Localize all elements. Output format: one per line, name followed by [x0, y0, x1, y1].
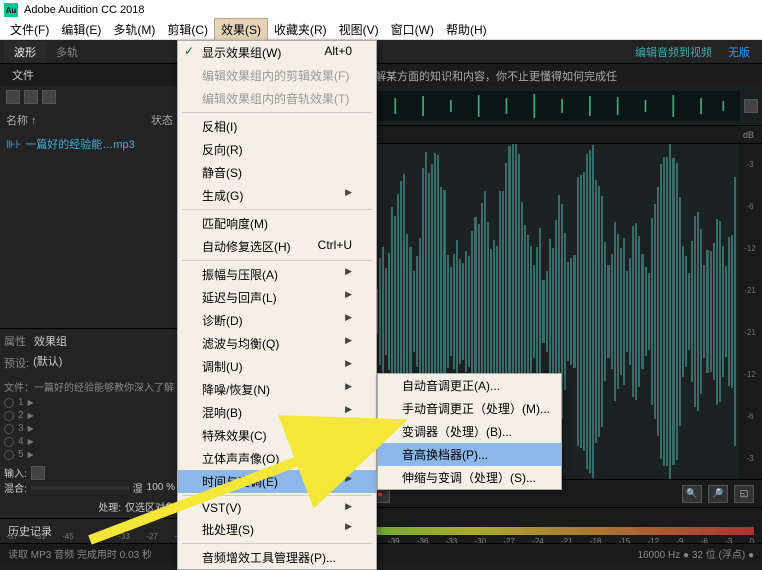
app-logo: Au	[4, 3, 18, 17]
dd-pitch-shifter[interactable]: 音高换档器(P)...	[378, 443, 561, 466]
tab-effects-rack[interactable]: 效果组	[34, 333, 67, 349]
menu-help[interactable]: 帮助(H)	[440, 19, 493, 40]
db-unit: dB	[743, 130, 754, 140]
effects-rack-panel: 属性 效果组 预设: (默认) 文件：一篇好的经验能够教你深入了解某 1▶ 2▶…	[0, 328, 179, 518]
menu-window[interactable]: 窗口(W)	[385, 19, 440, 40]
process-value[interactable]: 仅选区对象	[125, 499, 175, 514]
dd-batch[interactable]: 批处理(S)▶	[178, 518, 376, 541]
power-icon[interactable]	[4, 411, 14, 421]
input-meter-icon[interactable]	[31, 466, 45, 480]
zoom-in-icon[interactable]: 🔍	[682, 485, 702, 503]
dd-noise-reduce[interactable]: 降噪/恢复(N)▶	[178, 378, 376, 401]
dd-manual-pitch[interactable]: 手动音调更正（处理）(M)...	[378, 397, 561, 420]
dd-show-effects-rack[interactable]: 显示效果组(W)Alt+0	[178, 41, 376, 64]
fx-slot-2[interactable]: 2▶	[4, 409, 175, 422]
files-columns: 名称 ↑ 状态	[0, 108, 179, 132]
preset-label: 预设:	[4, 353, 29, 373]
dd-filter-eq[interactable]: 滤波与均衡(Q)▶	[178, 332, 376, 355]
fx-slot-3[interactable]: 3▶	[4, 422, 175, 435]
status-right: 16000 Hz ● 32 位 (浮点) ●	[637, 546, 754, 561]
waveform-icon: ⊪⊦	[6, 138, 21, 151]
dd-edit-clip-fx: 编辑效果组内的剪辑效果(F)	[178, 64, 376, 87]
dd-reverb[interactable]: 混响(B)▶	[178, 401, 376, 424]
chevron-right-icon: ▶	[28, 411, 34, 420]
fx-slot-4[interactable]: 4▶	[4, 435, 175, 448]
title-bar: Au Adobe Audition CC 2018	[0, 0, 762, 20]
effects-dropdown: 显示效果组(W)Alt+0 编辑效果组内的剪辑效果(F) 编辑效果组内的音轨效果…	[177, 40, 377, 570]
db-scale: -3-6-12-21-21-12-6-3	[738, 144, 762, 479]
chevron-right-icon: ▶	[28, 437, 34, 446]
power-icon[interactable]	[4, 450, 14, 460]
dd-pitch-bender[interactable]: 变调器（处理）(B)...	[378, 420, 561, 443]
fx-slot-1[interactable]: 1▶	[4, 396, 175, 409]
dd-time-pitch[interactable]: 时间与变调(E)▶	[178, 470, 376, 493]
menu-bar: 文件(F) 编辑(E) 多轨(M) 剪辑(C) 效果(S) 收藏夹(R) 视图(…	[0, 20, 762, 40]
left-panel: 文件 名称 ↑ 状态 ⊪⊦ 一篇好的经验能…mp3 属性 效果组 预设: (默认…	[0, 64, 180, 543]
dd-reverse[interactable]: 反向(R)	[178, 138, 376, 161]
edit-audio-to-video-link[interactable]: 编辑音频到视频	[627, 44, 720, 60]
chevron-right-icon: ▶	[28, 450, 34, 459]
power-icon[interactable]	[4, 398, 14, 408]
chevron-right-icon: ▶	[28, 424, 34, 433]
time-pitch-submenu: 自动音调更正(A)... 手动音调更正（处理）(M)... 变调器（处理）(B)…	[377, 373, 562, 490]
menu-favorites[interactable]: 收藏夹(R)	[268, 19, 333, 40]
preset-value[interactable]: (默认)	[33, 353, 62, 373]
mix-label: 混合:	[4, 480, 27, 495]
menu-clip[interactable]: 剪辑(C)	[161, 19, 214, 40]
menu-effects[interactable]: 效果(S)	[214, 18, 268, 41]
status-bar: 读取 MP3 音频 完成用时 0.03 秒 16000 Hz ● 32 位 (浮…	[0, 543, 762, 563]
status-left: 读取 MP3 音频 完成用时 0.03 秒	[8, 546, 152, 561]
dd-stretch-pitch[interactable]: 伸缩与变调（处理）(S)...	[378, 466, 561, 489]
tab-multitrack[interactable]: 多轨	[46, 41, 88, 63]
menu-edit[interactable]: 编辑(E)	[55, 19, 107, 40]
zoom-full-icon[interactable]: ◱	[734, 485, 754, 503]
dd-amplitude[interactable]: 振幅与压限(A)▶	[178, 263, 376, 286]
col-status[interactable]: 状态	[151, 112, 173, 128]
files-toolbar	[0, 86, 179, 108]
tab-properties[interactable]: 属性	[4, 333, 26, 349]
col-name[interactable]: 名称 ↑	[6, 112, 151, 128]
dd-stereo[interactable]: 立体声声像(O)▶	[178, 447, 376, 470]
dd-vst[interactable]: VST(V)▶	[178, 498, 376, 518]
menu-multitrack[interactable]: 多轨(M)	[107, 19, 161, 40]
dd-auto-pitch[interactable]: 自动音调更正(A)...	[378, 374, 561, 397]
mix-percent: 100 %	[147, 482, 175, 493]
fx-slot-5[interactable]: 5▶	[4, 448, 175, 461]
dd-match-loudness[interactable]: 匹配响度(M)	[178, 212, 376, 235]
dd-invert[interactable]: 反相(I)	[178, 115, 376, 138]
power-icon[interactable]	[4, 437, 14, 447]
mode-toolbar: 波形 多轨 编辑音频到视频 无版	[0, 40, 762, 64]
dd-plugin-manager[interactable]: 音频增效工具管理器(P)...	[178, 546, 376, 569]
dd-special[interactable]: 特殊效果(C)▶	[178, 424, 376, 447]
record-icon[interactable]	[42, 90, 56, 104]
zoom-out-icon[interactable]: 🔎	[708, 485, 728, 503]
dd-delay-echo[interactable]: 延迟与回声(L)▶	[178, 286, 376, 309]
app-title: Adobe Audition CC 2018	[24, 4, 144, 16]
dd-silence[interactable]: 静音(S)	[178, 161, 376, 184]
mode-indicator: 无版	[720, 44, 758, 60]
menu-view[interactable]: 视图(V)	[333, 19, 385, 40]
tab-waveform[interactable]: 波形	[4, 41, 46, 63]
dd-diagnostics[interactable]: 诊断(D)▶	[178, 309, 376, 332]
doc-label: 文件：一篇好的经验能够教你深入了解某	[4, 377, 175, 396]
dd-modulation[interactable]: 调制(U)▶	[178, 355, 376, 378]
files-panel-header: 文件	[0, 64, 179, 86]
mix-slider[interactable]	[31, 486, 129, 490]
dd-generate[interactable]: 生成(G)▶	[178, 184, 376, 207]
file-name: 一篇好的经验能…mp3	[25, 136, 134, 152]
menu-file[interactable]: 文件(F)	[4, 19, 55, 40]
process-label: 处理:	[98, 499, 121, 514]
dd-edit-track-fx: 编辑效果组内的音轨效果(T)	[178, 87, 376, 110]
file-item[interactable]: ⊪⊦ 一篇好的经验能…mp3	[0, 132, 179, 156]
power-icon[interactable]	[4, 424, 14, 434]
dd-auto-heal[interactable]: 自动修复选区(H)Ctrl+U	[178, 235, 376, 258]
wet-label: 湿	[133, 480, 143, 495]
new-file-icon[interactable]	[24, 90, 38, 104]
files-tab[interactable]: 文件	[6, 65, 40, 85]
input-label: 输入:	[4, 465, 27, 480]
open-file-icon[interactable]	[6, 90, 20, 104]
chevron-right-icon: ▶	[28, 398, 34, 407]
zoom-icon[interactable]	[744, 99, 758, 113]
